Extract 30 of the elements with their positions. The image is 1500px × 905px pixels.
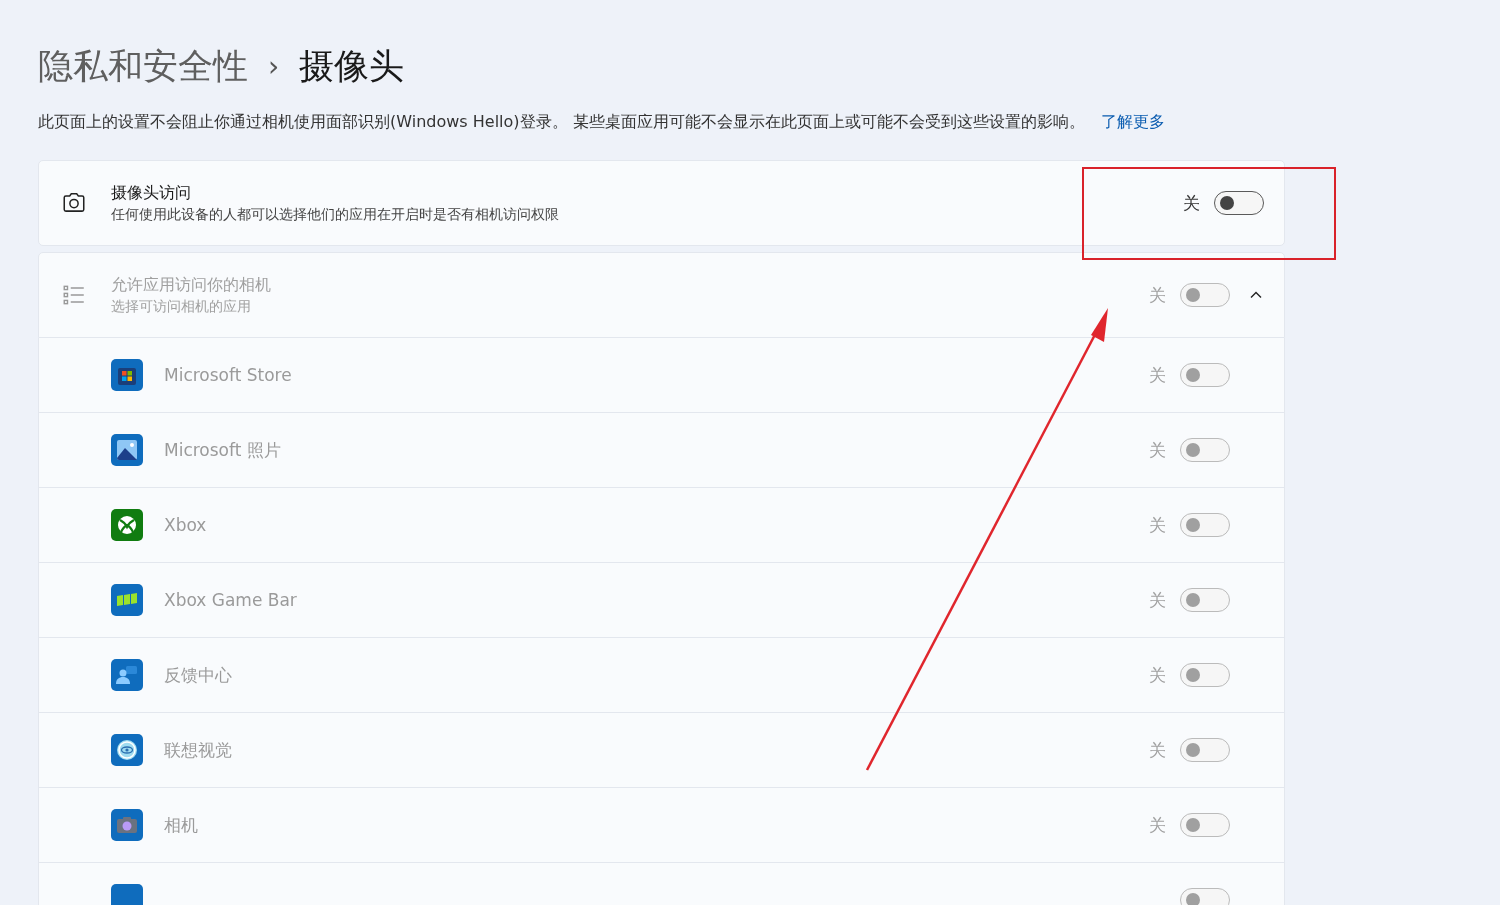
setting-description: 任何使用此设备的人都可以选择他们的应用在开启时是否有相机访问权限 xyxy=(111,205,560,224)
setting-title: 摄像头访问 xyxy=(111,182,192,204)
breadcrumb-separator: › xyxy=(268,49,280,83)
camera-access-toggle[interactable] xyxy=(1214,191,1264,215)
toggle-state-label: 关 xyxy=(1149,738,1166,762)
app-name: 相机 xyxy=(164,813,198,837)
setting-description: 选择可访问相机的应用 xyxy=(111,297,252,316)
landscape-picture-icon xyxy=(111,434,143,466)
toggle-state-label: 关 xyxy=(1149,588,1166,612)
app-name: 联想视觉 xyxy=(164,738,232,762)
app-name: 反馈中心 xyxy=(164,663,232,687)
camera-icon xyxy=(111,809,143,841)
breadcrumb-parent[interactable]: 隐私和安全性 xyxy=(38,42,248,90)
toggle-state-label: 关 xyxy=(1149,663,1166,687)
app-name: Xbox Game Bar xyxy=(164,590,297,610)
bars-tile-icon xyxy=(111,584,143,616)
toggle-state-label: 关 xyxy=(1149,438,1166,462)
setting-title: 允许应用访问你的相机 xyxy=(111,274,272,296)
person-chat-icon xyxy=(111,659,143,691)
description-text: 此页面上的设置不会阻止你通过相机使用面部识别(Windows Hello)登录。 某些桌面应用可能不会显示在此页面上或可能不会受到这些设置的影响。 xyxy=(38,111,1085,133)
toggle-state-label: 关 xyxy=(1149,813,1166,837)
toggle-state-label: 关 xyxy=(1149,363,1166,387)
toggle-state-label: 关 xyxy=(1149,513,1166,537)
app-name: Xbox xyxy=(164,515,207,535)
app-name: Microsoft 照片 xyxy=(164,438,281,462)
page-title: 摄像头 xyxy=(299,44,405,88)
toggle-state-label: 关 xyxy=(1183,191,1200,215)
learn-more-link[interactable]: 了解更多 xyxy=(1100,111,1165,133)
app-name: Microsoft Store xyxy=(164,365,292,385)
toggle-state-label: 关 xyxy=(1149,283,1166,307)
